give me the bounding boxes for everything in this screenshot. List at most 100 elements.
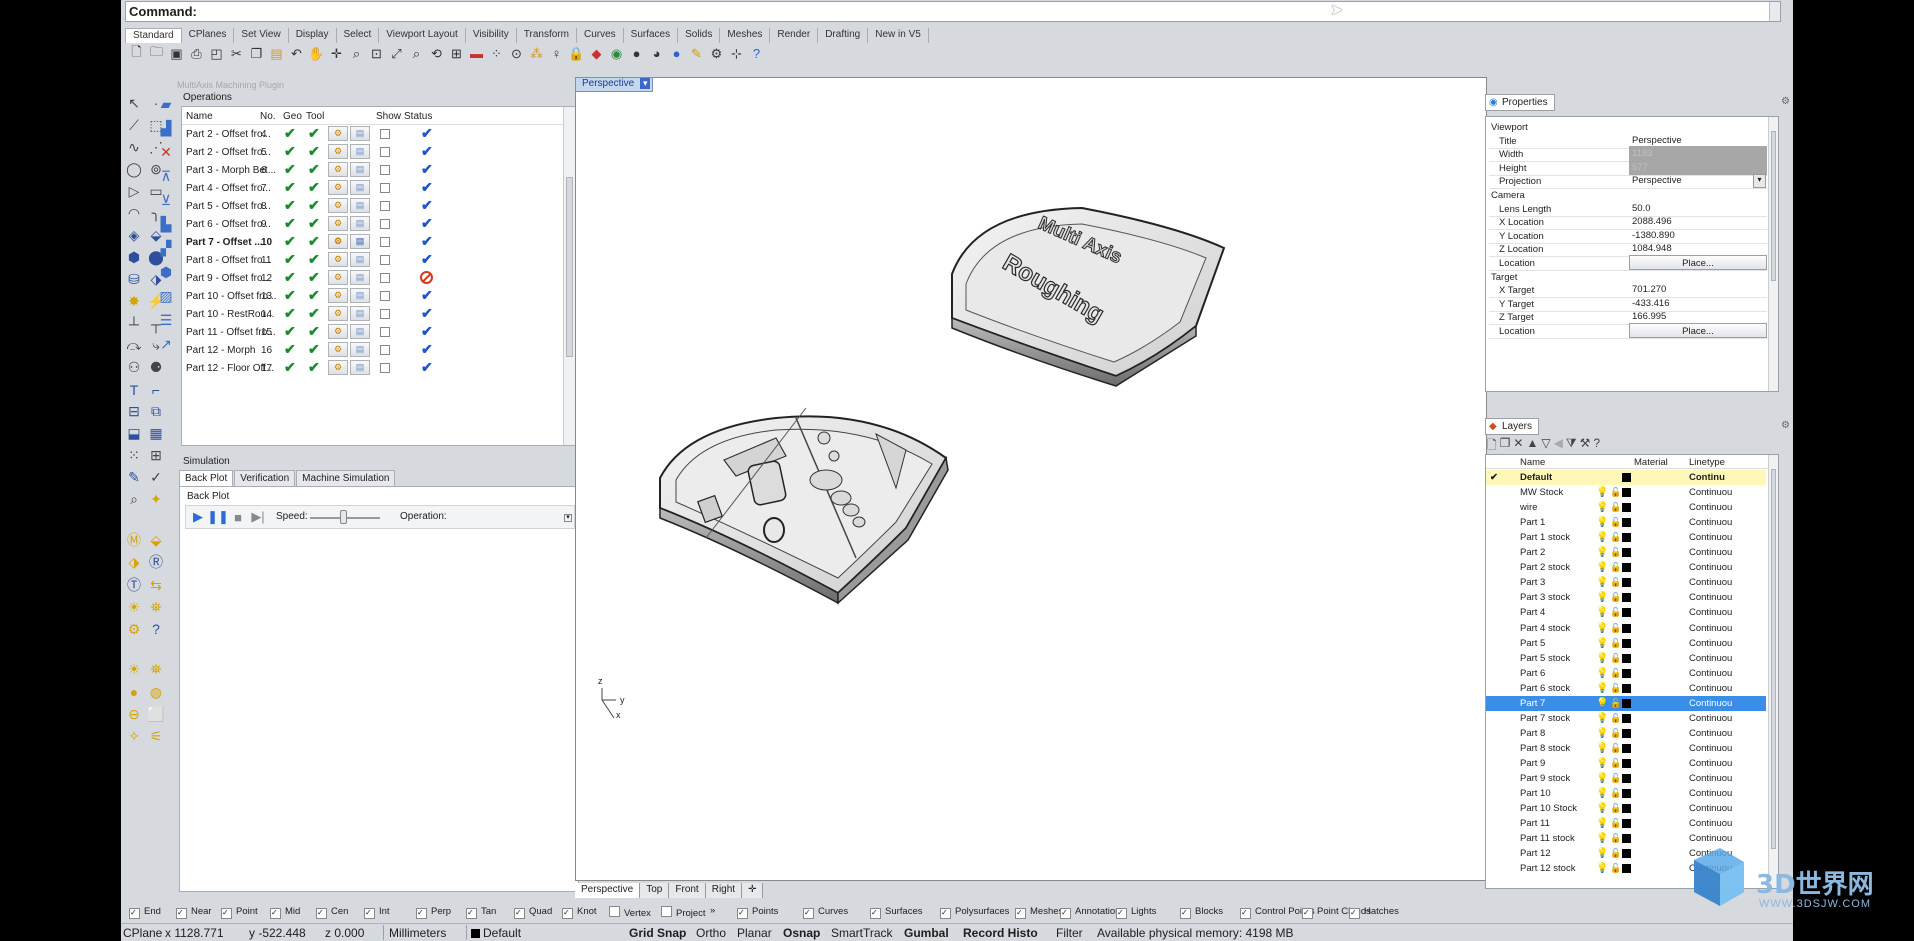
tool-params-button[interactable]: ▤: [350, 324, 370, 339]
sun-icon[interactable]: ☀: [123, 596, 145, 618]
geo-check-icon[interactable]: ✔: [284, 233, 296, 250]
layer-color-swatch[interactable]: [1622, 548, 1631, 558]
box-icon[interactable]: ⬢: [123, 247, 145, 269]
osnap-quad-checkbox[interactable]: Quad: [514, 906, 552, 919]
layer-row[interactable]: Part 8 stock 💡 🔓 Continuou: [1486, 741, 1766, 756]
plugin-image-icon[interactable]: ▨: [155, 284, 177, 308]
layer-lock-icon[interactable]: 🔓: [1610, 623, 1621, 634]
tool-check-icon[interactable]: ✔: [308, 233, 320, 250]
layer-lock-icon[interactable]: 🔓: [1610, 743, 1621, 754]
layer-row[interactable]: wire 💡 🔓 Continuou: [1486, 500, 1766, 515]
operation-row[interactable]: Part 4 - Offset fro... 7 ✔ ✔ ⚙ ▤ ✔: [182, 179, 575, 197]
toolbar-tab-cplanes[interactable]: CPlanes: [182, 28, 235, 43]
operation-row[interactable]: Part 3 - Morph Bet... 6 ✔ ✔ ⚙ ▤ ✔: [182, 161, 575, 179]
layer-row[interactable]: Part 6 💡 🔓 Continuou: [1486, 666, 1766, 681]
layer-lock-icon[interactable]: 🔓: [1610, 833, 1621, 844]
col-layer-material[interactable]: Material: [1634, 457, 1668, 468]
move-parent-icon[interactable]: ◀: [1554, 436, 1563, 452]
roughing-part-model[interactable]: Multi Axis Roughing: [951, 206, 1226, 387]
layer-color-swatch[interactable]: [1622, 638, 1631, 648]
layer-visibility-icon[interactable]: 💡: [1596, 517, 1608, 528]
layer-lock-icon[interactable]: 🔓: [1610, 698, 1621, 709]
cut-icon[interactable]: ✂: [227, 44, 246, 63]
layer-lock-icon[interactable]: 🔓: [1610, 487, 1621, 498]
pause-icon[interactable]: ❚❚: [207, 509, 229, 525]
mirror-icon[interactable]: ⧉: [145, 401, 167, 423]
layer-color-swatch[interactable]: [1622, 804, 1631, 814]
plugin-export-icon[interactable]: ↗: [155, 332, 177, 356]
layer-lock-icon[interactable]: 🔓: [1610, 803, 1621, 814]
sun-arrow-icon[interactable]: ⇆: [145, 574, 167, 596]
osnap-int-checkbox[interactable]: Int: [364, 906, 390, 919]
operation-row[interactable]: Part 10 - Offset fro... 13 ✔ ✔ ⚙ ▤ ✔: [182, 287, 575, 305]
osnap-end-checkbox[interactable]: End: [129, 906, 161, 919]
tool-params-button[interactable]: ▤: [350, 198, 370, 213]
layer-row[interactable]: Part 2 stock 💡 🔓 Continuou: [1486, 560, 1766, 575]
tool-check-icon[interactable]: ✔: [308, 269, 320, 286]
tool-edit-button[interactable]: ⚙: [328, 306, 348, 321]
geo-check-icon[interactable]: ✔: [284, 269, 296, 286]
layer-visibility-icon[interactable]: 💡: [1596, 743, 1608, 754]
toolbar-tab-new-in-v5[interactable]: New in V5: [868, 28, 929, 43]
command-line[interactable]: Command:: [125, 1, 1781, 22]
plugin-roughing-icon[interactable]: ▟: [155, 116, 177, 140]
osnap-blocks-checkbox[interactable]: Blocks: [1180, 906, 1223, 919]
toolbar-tab-solids[interactable]: Solids: [678, 28, 721, 43]
tab-right[interactable]: Right: [705, 883, 743, 898]
osnap-polysurfaces-checkbox[interactable]: Polysurfaces: [940, 906, 1009, 919]
osnap-knot-checkbox[interactable]: Knot: [562, 906, 597, 919]
record-history-toggle[interactable]: Record Histo: [963, 926, 1038, 940]
osnap-cen-checkbox[interactable]: Cen: [316, 906, 348, 919]
show-checkbox[interactable]: [380, 309, 390, 319]
properties-tab[interactable]: ◉ Properties: [1485, 94, 1555, 111]
layers-scroll-thumb[interactable]: [1771, 469, 1776, 849]
layer-color-swatch[interactable]: [1622, 698, 1631, 708]
grid-array-icon[interactable]: ⁙: [123, 445, 145, 467]
osnap-mid-checkbox[interactable]: Mid: [270, 906, 300, 919]
perspective-viewport[interactable]: Multi Axis Roughing z y x: [575, 77, 1487, 881]
zoom-icon[interactable]: ⌕: [347, 44, 366, 63]
operations-scroll-thumb[interactable]: [566, 177, 573, 357]
layers-options-icon[interactable]: ⚙: [1781, 420, 1790, 431]
layer-visibility-icon[interactable]: 💡: [1596, 532, 1608, 543]
layer-lock-icon[interactable]: 🔓: [1610, 638, 1621, 649]
layers-tab[interactable]: ◆ Layers: [1485, 418, 1540, 435]
osnap-point-checkbox[interactable]: Point: [221, 906, 258, 919]
tool-check-icon[interactable]: ✔: [308, 341, 320, 358]
layer-lock-icon[interactable]: 🔓: [1610, 788, 1621, 799]
layer-color-swatch[interactable]: [1622, 533, 1631, 543]
directional-light-icon[interactable]: ✧: [123, 725, 145, 747]
operation-row[interactable]: Part 9 - Offset fro... 12 ✔ ✔ ⚙ ▤: [182, 269, 575, 287]
layer-visibility-icon[interactable]: 💡: [1596, 803, 1608, 814]
tool-params-button[interactable]: ▤: [350, 180, 370, 195]
import-icon[interactable]: ◰: [207, 44, 226, 63]
area-light-icon[interactable]: ◍: [145, 681, 167, 703]
layer-lock-icon[interactable]: 🔓: [1610, 502, 1621, 513]
gumball-toggle[interactable]: Gumbal: [904, 926, 949, 940]
zoom-tool-icon[interactable]: ⌕: [123, 489, 145, 511]
grid-icon[interactable]: ⁘: [487, 44, 506, 63]
layer-color-swatch[interactable]: [1622, 608, 1631, 618]
status-units[interactable]: Millimeters: [389, 926, 446, 940]
layer-visibility-icon[interactable]: 💡: [1596, 592, 1608, 603]
col-name[interactable]: Name: [186, 111, 213, 122]
layer-color-swatch[interactable]: [1622, 864, 1631, 874]
toolbar-tab-surfaces[interactable]: Surfaces: [624, 28, 679, 43]
tool-params-button[interactable]: ▤: [350, 306, 370, 321]
osnap-tools-icon[interactable]: ⁂: [527, 44, 546, 63]
layer-visibility-icon[interactable]: 💡: [1596, 713, 1608, 724]
render-settings-icon[interactable]: ⚙: [123, 619, 145, 641]
tool-check-icon[interactable]: ✔: [308, 215, 320, 232]
col-status[interactable]: Status: [404, 111, 432, 122]
pocket-part-model[interactable]: [659, 407, 949, 605]
zoom-window-icon[interactable]: ⊡: [367, 44, 386, 63]
layer-lock-icon[interactable]: 🔓: [1610, 758, 1621, 769]
undo-view-icon[interactable]: ⟲: [427, 44, 446, 63]
layer-visibility-icon[interactable]: 💡: [1596, 788, 1608, 799]
geo-check-icon[interactable]: ✔: [284, 161, 296, 178]
properties-scrollbar[interactable]: [1768, 117, 1778, 391]
toolbar-tab-select[interactable]: Select: [337, 28, 380, 43]
tool-edit-button[interactable]: ⚙: [328, 126, 348, 141]
toolbar-tab-visibility[interactable]: Visibility: [466, 28, 517, 43]
layer-color-swatch[interactable]: [1622, 774, 1631, 783]
